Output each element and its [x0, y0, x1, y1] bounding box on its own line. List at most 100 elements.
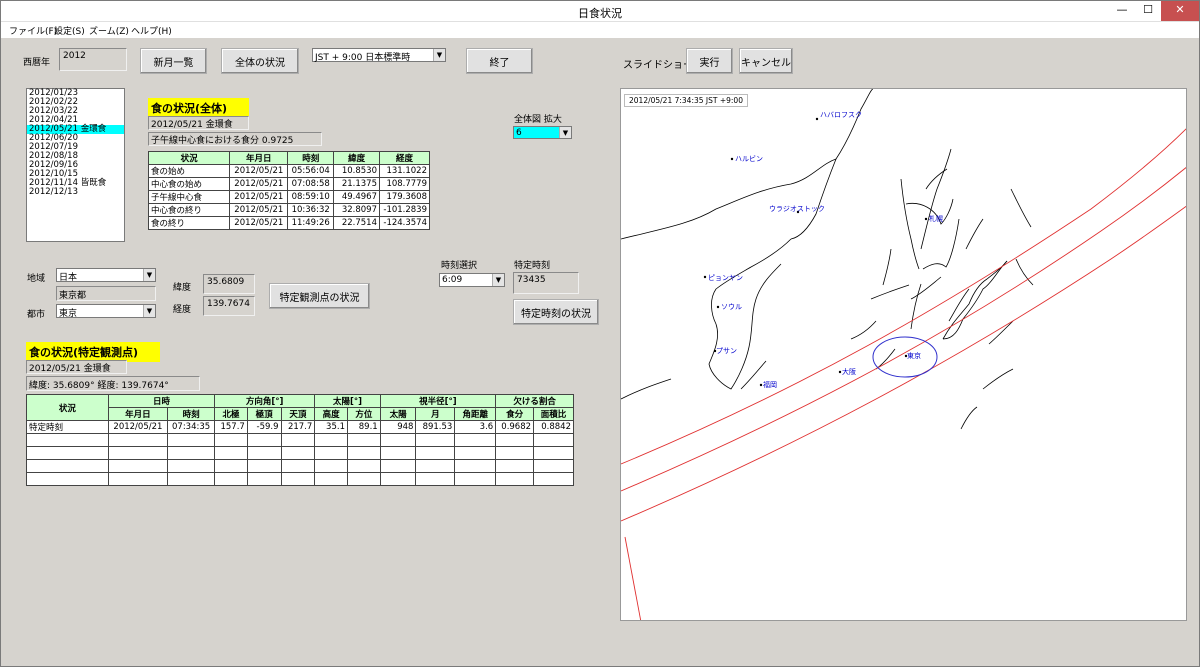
city-markers: ハバロフスク ハルビン ウラジオストック 札幌 ピョンヤン ソウル プサン 福岡… [703, 111, 943, 389]
overall-status-button[interactable]: 全体の状況 [221, 48, 299, 74]
cell: 2012/05/21 [229, 190, 289, 204]
specific-time-button[interactable]: 特定時刻の状況 [513, 299, 599, 325]
eclipse-map[interactable]: ハバロフスク ハルビン ウラジオストック 札幌 ピョンヤン ソウル プサン 福岡… [620, 88, 1187, 621]
city-label: プサン [716, 347, 737, 355]
city-label: ハバロフスク [820, 111, 862, 119]
col-magnitude: 食分 [495, 407, 535, 421]
exit-button[interactable]: 終了 [466, 48, 533, 74]
observer-region-ellipse [872, 336, 938, 378]
year-field[interactable]: 2012 [59, 48, 127, 71]
cell: 0.8842 [533, 420, 574, 434]
region-select[interactable]: 日本 ▼ [56, 268, 156, 283]
observer-eclipse-name: 2012/05/21 金環食 [26, 360, 127, 374]
close-button[interactable]: ✕ [1161, 1, 1199, 21]
cancel-button[interactable]: キャンセル [739, 48, 793, 74]
specific-time-label: 特定時刻 [514, 261, 551, 271]
col-status: 状況 [147, 151, 231, 165]
meridian-magnitude-value: 0.9725 [261, 136, 294, 146]
table-row: 中心食の終り 2012/05/21 10:36:32 32.8097 -101.… [147, 203, 430, 217]
table-row-empty [26, 472, 574, 486]
cell: 子午線中心食 [147, 190, 231, 204]
table-row-empty [26, 433, 574, 447]
prefecture-field: 東京都 [56, 286, 156, 301]
col-time: 時刻 [167, 407, 216, 421]
new-moon-date-list[interactable]: 2012/01/23 2012/02/22 2012/03/22 2012/04… [26, 88, 125, 242]
chevron-down-icon: ▼ [492, 274, 504, 286]
table-row: 食の終り 2012/05/21 11:49:26 22.7514 -124.35… [147, 216, 430, 230]
map-timestamp: 2012/05/21 7:34:35 JST +9:00 [624, 94, 748, 107]
coastlines [621, 89, 1034, 430]
cell: 35.1 [314, 420, 348, 434]
cell: 中心食の終り [147, 203, 231, 217]
cell: 08:59:10 [287, 190, 335, 204]
cell: 05:56:04 [287, 164, 335, 178]
zoom-select[interactable]: 6 ▼ [513, 126, 572, 139]
col-altitude: 高度 [314, 407, 348, 421]
region-label: 地域 [27, 274, 46, 284]
menu-help[interactable]: ヘルプ(H) [131, 24, 172, 37]
chevron-down-icon: ▼ [559, 127, 571, 138]
timezone-select[interactable]: JST + 9:00 日本標準時 ▼ [312, 48, 446, 63]
cell: 07:34:35 [167, 420, 216, 434]
run-button[interactable]: 実行 [686, 48, 733, 74]
longitude-label: 経度 [173, 305, 192, 315]
maximize-button[interactable]: ☐ [1135, 1, 1161, 21]
col-pole-zenith: 極頂 [246, 407, 282, 421]
region-value: 日本 [59, 273, 78, 283]
observe-point-button[interactable]: 特定観測点の状況 [269, 283, 370, 309]
observer-status-table: 状況 日時 方向角[°] 太陽[°] 視半径[°] 欠ける割合 年月日 時刻 北… [26, 394, 574, 486]
cell: 21.1375 [333, 177, 380, 191]
cell: 89.1 [346, 420, 381, 434]
menu-file[interactable]: ファイル(F) [9, 24, 57, 37]
cell: 2012/05/21 [107, 420, 169, 434]
menu-zoom[interactable]: ズーム(Z) [89, 24, 129, 37]
observer-heading: 食の状況(特定観測点) [26, 342, 160, 362]
table-header-row: 状況 年月日 時刻 緯度 経度 [147, 151, 430, 165]
cell: 10.8530 [333, 164, 380, 178]
timezone-value: JST + 9:00 日本標準時 [315, 53, 411, 63]
col-zenith: 天頂 [280, 407, 316, 421]
cell: -124.3574 [379, 216, 430, 230]
title-bar: 日食状況 — ☐ ✕ [1, 1, 1199, 22]
col-azimuth: 方位 [346, 407, 381, 421]
cell: 11:49:26 [287, 216, 335, 230]
table-row: 特定時刻 2012/05/21 07:34:35 157.7 -59.9 217… [26, 420, 574, 434]
col-group-obscuration: 欠ける割合 [495, 394, 574, 408]
col-moon-radius: 月 [415, 407, 456, 421]
city-label: ウラジオストック [769, 205, 825, 213]
col-area-ratio: 面積比 [533, 407, 574, 421]
cell: -101.2839 [379, 203, 430, 217]
city-label: 福岡 [763, 380, 777, 389]
zoom-label: 全体図 拡大 [514, 115, 562, 125]
time-select[interactable]: 6:09 ▼ [439, 273, 505, 287]
cell: 07:08:58 [287, 177, 335, 191]
latitude-field: 35.6809 [203, 274, 255, 294]
col-north-pole: 北極 [214, 407, 248, 421]
list-item[interactable]: 2012/12/13 [27, 188, 124, 197]
table-row: 食の始め 2012/05/21 05:56:04 10.8530 131.102… [147, 164, 430, 178]
col-group-sun: 太陽[°] [314, 394, 381, 408]
new-moon-list-button[interactable]: 新月一覧 [140, 48, 207, 74]
col-angular-distance: 角距離 [454, 407, 497, 421]
table-header-row: 状況 日時 方向角[°] 太陽[°] 視半径[°] 欠ける割合 [26, 394, 574, 421]
table-row: 子午線中心食 2012/05/21 08:59:10 49.4967 179.3… [147, 190, 430, 204]
city-label: ソウル [721, 303, 742, 311]
menu-settings[interactable]: 設定(S) [54, 24, 85, 37]
chevron-down-icon: ▼ [143, 305, 155, 317]
minimize-button[interactable]: — [1109, 1, 1135, 21]
main-window: 日食状況 — ☐ ✕ ファイル(F) 設定(S) ズーム(Z) ヘルプ(H) 西… [0, 0, 1200, 667]
menu-bar: ファイル(F) 設定(S) ズーム(Z) ヘルプ(H) [1, 22, 1199, 38]
col-status: 状況 [26, 394, 109, 421]
col-longitude: 経度 [379, 151, 430, 165]
window-title: 日食状況 [578, 7, 622, 20]
cell: 食の終り [147, 216, 231, 230]
specific-time-field[interactable]: 73435 [513, 272, 579, 294]
city-select[interactable]: 東京 ▼ [56, 304, 156, 319]
slideshow-label: スライドショー [623, 60, 693, 71]
city-label: ピョンヤン [708, 274, 743, 282]
table-row: 中心食の始め 2012/05/21 07:08:58 21.1375 108.7… [147, 177, 430, 191]
cell: 179.3608 [379, 190, 430, 204]
overall-heading: 食の状況(全体) [148, 98, 249, 118]
cell: 2012/05/21 [229, 177, 289, 191]
city-label: ハルビン [735, 154, 763, 163]
